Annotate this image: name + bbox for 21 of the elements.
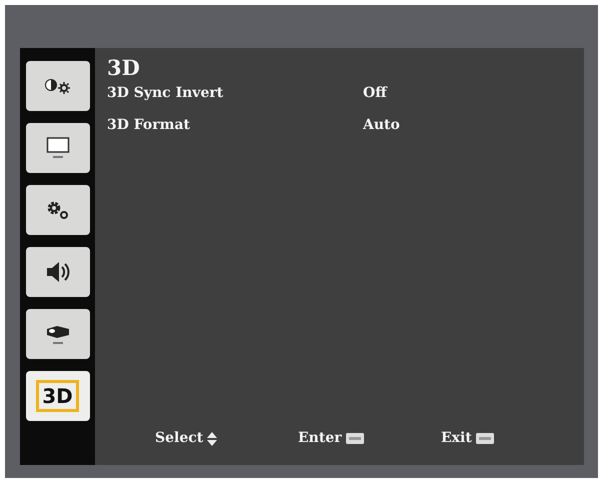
menu-title: 3D [107, 56, 140, 80]
menu-tab[interactable] [26, 123, 90, 173]
menu-tab[interactable] [26, 61, 90, 111]
hint-label: Exit [441, 429, 472, 448]
hint-label: Enter [298, 429, 342, 448]
monitor-icon [46, 136, 70, 160]
menu-tab[interactable] [26, 247, 90, 297]
setting-label[interactable]: 3D Format [107, 117, 190, 133]
menu-tab[interactable] [26, 185, 90, 235]
setting-value[interactable]: Auto [363, 116, 400, 134]
speaker-icon [44, 260, 70, 284]
key-icon [346, 433, 364, 444]
key-icon [476, 433, 494, 444]
gears-icon [46, 200, 70, 220]
menu-tab[interactable]: 3D [26, 371, 90, 421]
hint-label: Select [155, 429, 204, 448]
image-settings-icon [42, 77, 72, 95]
up-down-arrows-icon [207, 432, 218, 446]
setting-label[interactable]: 3D Sync Invert [107, 85, 224, 101]
setting-value[interactable]: Off [363, 84, 387, 102]
menu-tab[interactable] [26, 309, 90, 359]
